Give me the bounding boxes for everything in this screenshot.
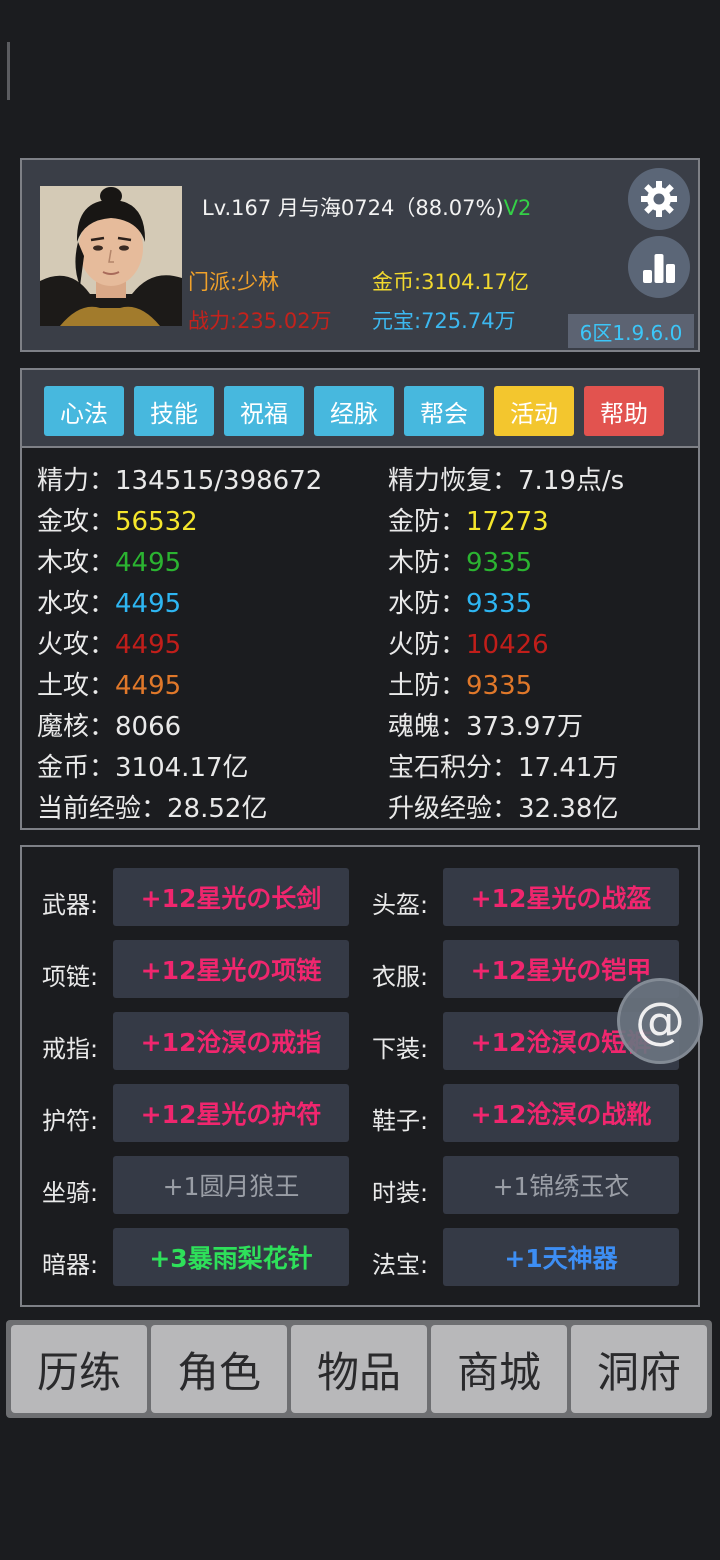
stat-earth-defense: 土防：9335 (388, 671, 533, 701)
stat-metal-attack: 金攻：56532 (37, 507, 198, 537)
player-level-name: Lv.167 月与海0724（88.07%)V2 (202, 196, 532, 220)
necklace-slot[interactable]: +12星光の项链 (113, 940, 349, 998)
tab-events[interactable]: 活动 (494, 386, 574, 436)
boots-label: 鞋子: (372, 1107, 429, 1135)
hidden-weapon-slot[interactable]: +3暴雨梨花针 (113, 1228, 349, 1286)
sect-label: 门派:少林 (188, 270, 280, 294)
pants-label: 下装: (372, 1035, 429, 1063)
stat-metal-defense: 金防：17273 (388, 507, 549, 537)
function-tabs: 心法 技能 祝福 经脉 帮会 活动 帮助 (22, 370, 698, 448)
gold-amount: 金币:3104.17亿 (372, 270, 529, 294)
player-header: Lv.167 月与海0724（88.07%)V2 门派:少林 战力:235.02… (20, 158, 700, 352)
helmet-slot[interactable]: +12星光の战盔 (443, 868, 679, 926)
necklace-label: 项链: (42, 963, 99, 991)
stat-soul: 魂魄：373.97万 (388, 712, 583, 742)
treasure-label: 法宝: (372, 1251, 429, 1279)
floating-mention-button[interactable]: @ (617, 978, 703, 1064)
nav-cave[interactable]: 洞府 (571, 1325, 707, 1413)
stat-demon-core: 魔核：8066 (37, 712, 182, 742)
stat-levelup-exp: 升级经验：32.38亿 (388, 794, 619, 824)
stat-gold: 金币：3104.17亿 (37, 753, 249, 783)
tab-meridians[interactable]: 经脉 (314, 386, 394, 436)
tab-blessing[interactable]: 祝福 (224, 386, 304, 436)
stat-earth-attack: 土攻：4495 (37, 671, 182, 701)
armor-label: 衣服: (372, 963, 429, 991)
hidden-weapon-label: 暗器: (42, 1251, 99, 1279)
statistics-button[interactable] (628, 236, 690, 298)
yuanbao-amount: 元宝:725.74万 (372, 309, 516, 333)
bar-chart-icon (643, 254, 675, 283)
fashion-label: 时装: (372, 1179, 429, 1207)
tab-guild[interactable]: 帮会 (404, 386, 484, 436)
ring-slot[interactable]: +12沧溟の戒指 (113, 1012, 349, 1070)
gear-icon (641, 181, 677, 217)
weapon-slot[interactable]: +12星光の长剑 (113, 868, 349, 926)
stat-water-defense: 水防：9335 (388, 589, 533, 619)
text-cursor (7, 42, 10, 100)
mount-label: 坐骑: (42, 1179, 99, 1207)
nav-character[interactable]: 角色 (151, 1325, 287, 1413)
nav-items[interactable]: 物品 (291, 1325, 427, 1413)
stat-energy-regen: 精力恢复：7.19点/s (388, 466, 625, 496)
settings-button[interactable] (628, 168, 690, 230)
fashion-slot[interactable]: +1锦绣玉衣 (443, 1156, 679, 1214)
stats-panel: 心法 技能 祝福 经脉 帮会 活动 帮助 精力：134515/398672 精力… (20, 368, 700, 830)
combat-power: 战力:235.02万 (188, 309, 332, 333)
tab-xinfa[interactable]: 心法 (44, 386, 124, 436)
stat-wood-defense: 木防：9335 (388, 548, 533, 578)
weapon-label: 武器: (42, 891, 99, 919)
amulet-slot[interactable]: +12星光の护符 (113, 1084, 349, 1142)
stat-gem-points: 宝石积分：17.41万 (388, 753, 619, 783)
stat-fire-attack: 火攻：4495 (37, 630, 182, 660)
player-avatar[interactable] (40, 186, 182, 326)
stat-water-attack: 水攻：4495 (37, 589, 182, 619)
stat-fire-defense: 火防：10426 (388, 630, 549, 660)
server-version-badge: 6区1.9.6.0 (568, 314, 694, 348)
tab-skills[interactable]: 技能 (134, 386, 214, 436)
mount-slot[interactable]: +1圆月狼王 (113, 1156, 349, 1214)
boots-slot[interactable]: +12沧溟の战靴 (443, 1084, 679, 1142)
amulet-label: 护符: (42, 1107, 99, 1135)
tab-help[interactable]: 帮助 (584, 386, 664, 436)
nav-shop[interactable]: 商城 (431, 1325, 567, 1413)
equipment-panel: 武器: +12星光の长剑 头盔: +12星光の战盔 项链: +12星光の项链 衣… (20, 845, 700, 1307)
stat-current-exp: 当前经验：28.52亿 (37, 794, 268, 824)
nav-training[interactable]: 历练 (11, 1325, 147, 1413)
helmet-label: 头盔: (372, 891, 429, 919)
stat-wood-attack: 木攻：4495 (37, 548, 182, 578)
treasure-slot[interactable]: +1天神器 (443, 1228, 679, 1286)
stat-energy: 精力：134515/398672 (37, 466, 323, 496)
bottom-navigation: 历练 角色 物品 商城 洞府 (6, 1320, 712, 1418)
ring-label: 戒指: (42, 1035, 99, 1063)
vip-badge: V2 (503, 196, 532, 220)
